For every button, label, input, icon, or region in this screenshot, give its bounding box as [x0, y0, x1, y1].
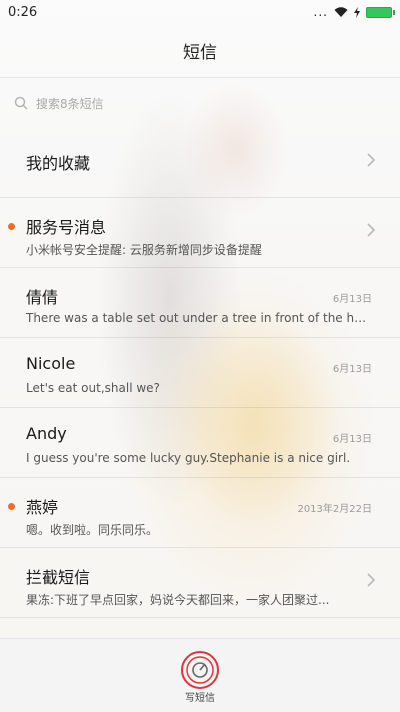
conversation-name: 服务号消息: [26, 218, 107, 237]
compose-button[interactable]: [180, 650, 220, 690]
chevron-right-icon: [367, 223, 376, 237]
charging-bolt-icon: [354, 6, 360, 18]
conversation-date: 6月13日: [332, 434, 372, 445]
conversation-row[interactable]: Nicole 6月13日 Let's eat out,shall we?: [0, 338, 400, 408]
compose-label: 写短信: [185, 693, 215, 704]
conversation-list: 我的收藏 服务号消息 小米帐号安全提醒: 云服务新增同步设备提醒 倩倩 6月13…: [0, 128, 400, 618]
conversation-preview: 果冻:下班了早点回家，妈说今天都回来，一家人团聚过...: [26, 593, 330, 607]
conversation-row[interactable]: 倩倩 6月13日 There was a table set out under…: [0, 268, 400, 338]
conversation-name: 我的收藏: [26, 154, 91, 173]
conversation-name: 燕婷: [26, 498, 59, 517]
conversation-row[interactable]: Andy 6月13日 I guess you're some lucky guy…: [0, 408, 400, 478]
search-icon: [14, 96, 28, 110]
conversation-row-service[interactable]: 服务号消息 小米帐号安全提醒: 云服务新增同步设备提醒: [0, 198, 400, 268]
search-bar[interactable]: 搜索8条短信: [14, 90, 386, 116]
conversation-date: 2013年2月22日: [297, 504, 372, 515]
conversation-date: 6月13日: [332, 364, 372, 375]
conversation-name: Andy: [26, 424, 67, 443]
conversation-name: 拦截短信: [26, 568, 91, 587]
unread-dot: [8, 223, 15, 230]
compose-icon: [181, 651, 219, 689]
status-icons: ...: [313, 5, 395, 19]
status-bar: 0:26 ...: [0, 0, 400, 24]
chevron-right-icon: [367, 153, 376, 167]
conversation-preview: Let's eat out,shall we?: [26, 381, 160, 395]
conversation-preview: I guess you're some lucky guy.Stephanie …: [26, 451, 351, 465]
signal-dots-icon: ...: [313, 5, 328, 19]
search-placeholder: 搜索8条短信: [36, 96, 104, 111]
conversation-preview: 小米帐号安全提醒: 云服务新增同步设备提醒: [26, 243, 262, 257]
page-title-text: 短信: [183, 42, 217, 63]
wifi-icon: [334, 6, 348, 17]
battery-icon: [366, 6, 395, 18]
header-divider: [0, 77, 400, 78]
conversation-row-blocked[interactable]: 拦截短信 果冻:下班了早点回家，妈说今天都回来，一家人团聚过...: [0, 548, 400, 618]
conversation-preview: There was a table set out under a tree i…: [26, 311, 372, 325]
page-title: 短信: [0, 24, 400, 76]
status-time: 0:26: [8, 4, 38, 20]
conversation-preview: 嗯。收到啦。同乐同乐。: [26, 523, 159, 537]
conversation-row-favorites[interactable]: 我的收藏: [0, 128, 400, 198]
conversation-date: 6月13日: [332, 294, 372, 305]
conversation-name: Nicole: [26, 354, 76, 373]
conversation-row[interactable]: 燕婷 2013年2月22日 嗯。收到啦。同乐同乐。: [0, 478, 400, 548]
conversation-name: 倩倩: [26, 288, 59, 307]
chevron-right-icon: [367, 573, 376, 587]
unread-dot: [8, 503, 15, 510]
